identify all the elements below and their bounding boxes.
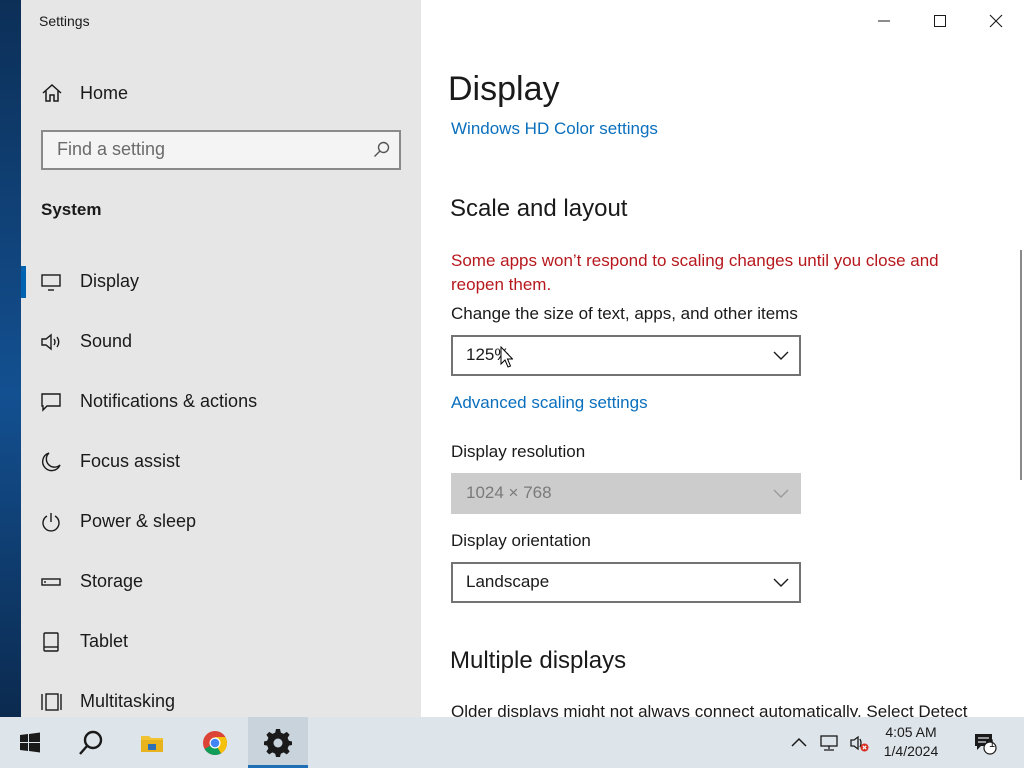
search-icon [79,730,103,755]
network-icon [820,734,838,751]
sidebar-item-label: Display [80,271,140,291]
file-explorer-icon [141,735,163,752]
multiple-displays-text: Older displays might not always connect … [451,702,968,717]
chevron-up-icon [791,737,807,747]
sidebar-item-display[interactable]: Display [21,260,421,304]
power-icon [42,513,60,532]
scrollbar[interactable] [1020,250,1022,480]
taskbar: 4:05 AM 1/4/2024 1 [0,717,1024,768]
taskbar-clock[interactable]: 4:05 AM 1/4/2024 [876,723,946,761]
chevron-down-icon [773,578,789,587]
scale-layout-heading: Scale and layout [450,195,628,222]
sidebar-item-label: Focus assist [80,451,181,471]
sidebar-item-label: Sound [80,331,133,351]
volume-muted-icon [850,735,869,751]
clock-date: 1/4/2024 [883,743,939,759]
orientation-value: Landscape [466,572,550,591]
settings-window: Settings Home System Display Sound [21,0,1024,717]
start-icon [20,732,40,752]
network-button[interactable] [816,717,842,768]
text-size-label: Change the size of text, apps, and other… [451,304,798,323]
show-hidden-icons-button[interactable] [787,717,811,768]
resolution-dropdown[interactable]: 1024 × 768 [451,473,801,514]
page-title: Display [448,70,560,108]
home-icon [42,83,62,102]
chrome-icon [203,730,227,755]
action-center-button[interactable]: 1 [968,717,1002,768]
taskbar-search-button[interactable] [61,717,121,768]
speaker-icon [41,333,60,351]
home-label: Home [80,82,129,103]
sidebar-item-sound[interactable]: Sound [21,320,421,364]
chrome-button[interactable] [185,717,245,768]
section-title: System [41,200,102,219]
clock-time: 4:05 AM [885,724,937,740]
chevron-down-icon [773,351,789,360]
notification-count-badge: 1 [988,738,996,750]
search-box [41,130,401,170]
settings-taskbar-button[interactable] [248,717,308,768]
resolution-label: Display resolution [451,442,586,461]
multiple-displays-heading: Multiple displays [450,647,627,674]
volume-button[interactable] [846,717,872,768]
resolution-value: 1024 × 768 [466,483,552,502]
notification-icon [41,393,61,412]
sidebar-item-label: Power & sleep [80,511,197,531]
sidebar-item-label: Notifications & actions [80,391,258,411]
sidebar-item-label: Multitasking [80,691,176,711]
monitor-icon [41,274,61,291]
sidebar-item-label: Storage [80,571,144,591]
sidebar-item-focus-assist[interactable]: Focus assist [21,440,421,484]
orientation-label: Display orientation [451,531,591,550]
sidebar-item-label: Tablet [80,631,129,651]
chevron-down-icon [773,489,789,498]
sidebar: Settings Home System Display Sound [21,0,421,717]
orientation-dropdown[interactable]: Landscape [451,562,801,603]
storage-icon [41,578,61,586]
home-button[interactable]: Home [41,80,128,106]
desktop-background [0,0,21,717]
tablet-icon [43,632,59,652]
advanced-scaling-link[interactable]: Advanced scaling settings [451,393,648,413]
app-title: Settings [39,13,90,29]
search-icon[interactable] [373,141,390,158]
start-button[interactable] [0,717,60,768]
sidebar-item-tablet[interactable]: Tablet [21,620,421,664]
multitasking-icon [41,693,62,711]
file-explorer-button[interactable] [122,717,182,768]
search-input[interactable] [43,132,357,166]
sidebar-item-power-sleep[interactable]: Power & sleep [21,500,421,544]
hd-color-settings-link[interactable]: Windows HD Color settings [451,119,658,139]
sidebar-item-storage[interactable]: Storage [21,560,421,604]
sidebar-item-notifications[interactable]: Notifications & actions [21,380,421,424]
main-content: Display Windows HD Color settings Scale … [421,0,1024,717]
scaling-warning: Some apps won’t respond to scaling chang… [451,251,939,294]
settings-gear-icon [264,728,292,757]
sidebar-item-multitasking[interactable]: Multitasking [21,680,421,717]
mouse-cursor-icon [500,346,513,368]
moon-icon [41,452,61,472]
